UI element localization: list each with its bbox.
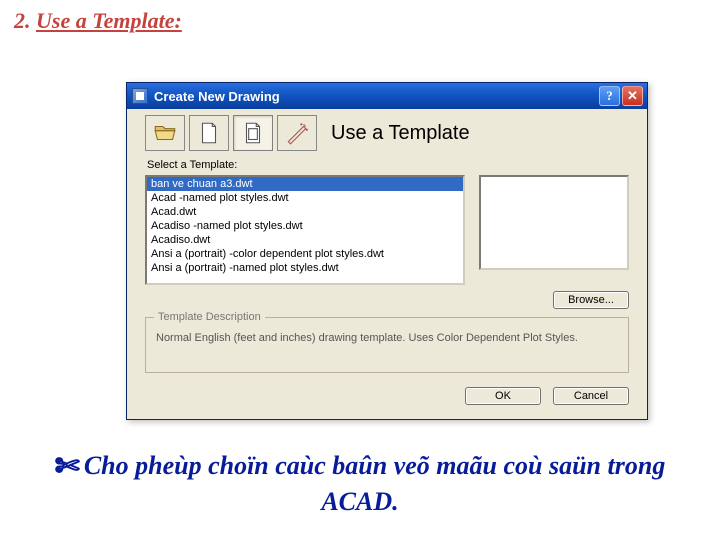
template-description-group: Template Description Normal English (fee… [145,317,629,373]
template-item[interactable]: Acadiso.dwt [147,233,463,247]
description-text: Normal English (feet and inches) drawing… [156,332,618,344]
use-template-icon[interactable] [233,115,273,151]
template-item[interactable]: Acad -named plot styles.dwt [147,191,463,205]
template-item[interactable]: Ansi a (portrait) -color dependent plot … [147,247,463,261]
template-item[interactable]: Acadiso -named plot styles.dwt [147,219,463,233]
help-button[interactable]: ? [599,86,620,106]
template-item[interactable]: ban ve chuan a3.dwt [147,177,463,191]
create-new-drawing-dialog: Create New Drawing ? ✕ Use a Template Se… [126,82,648,420]
open-drawing-icon[interactable] [145,115,185,151]
template-item[interactable]: Acad.dwt [147,205,463,219]
heading-text: Use a Template: [36,8,182,33]
footer-line2: ACAD. [321,487,398,516]
select-template-label: Select a Template: [127,153,647,175]
template-item[interactable]: Ansi a (portrait) -named plot styles.dwt [147,261,463,275]
close-button[interactable]: ✕ [622,86,643,106]
cancel-button[interactable]: Cancel [553,387,629,405]
dialog-title: Create New Drawing [154,89,280,104]
start-from-scratch-icon[interactable] [189,115,229,151]
app-icon [132,88,148,104]
slide-footer: ✄Cho pheùp choïn caùc baûn veõ maãu coù … [0,448,720,518]
wizard-mode-title: Use a Template [331,122,470,145]
wizard-toolbar: Use a Template [127,109,647,153]
footer-line1: Cho pheùp choïn caùc baûn veõ maãu coù s… [84,451,666,480]
browse-button[interactable]: Browse... [553,291,629,309]
heading-number: 2. [14,8,31,33]
scissors-icon: ✄ [55,450,80,483]
titlebar[interactable]: Create New Drawing ? ✕ [127,83,647,109]
use-wizard-icon[interactable] [277,115,317,151]
template-preview [479,175,629,270]
template-listbox[interactable]: ban ve chuan a3.dwtAcad -named plot styl… [145,175,465,285]
slide-heading: 2. Use a Template: [14,8,182,34]
description-legend: Template Description [154,311,265,323]
ok-button[interactable]: OK [465,387,541,405]
